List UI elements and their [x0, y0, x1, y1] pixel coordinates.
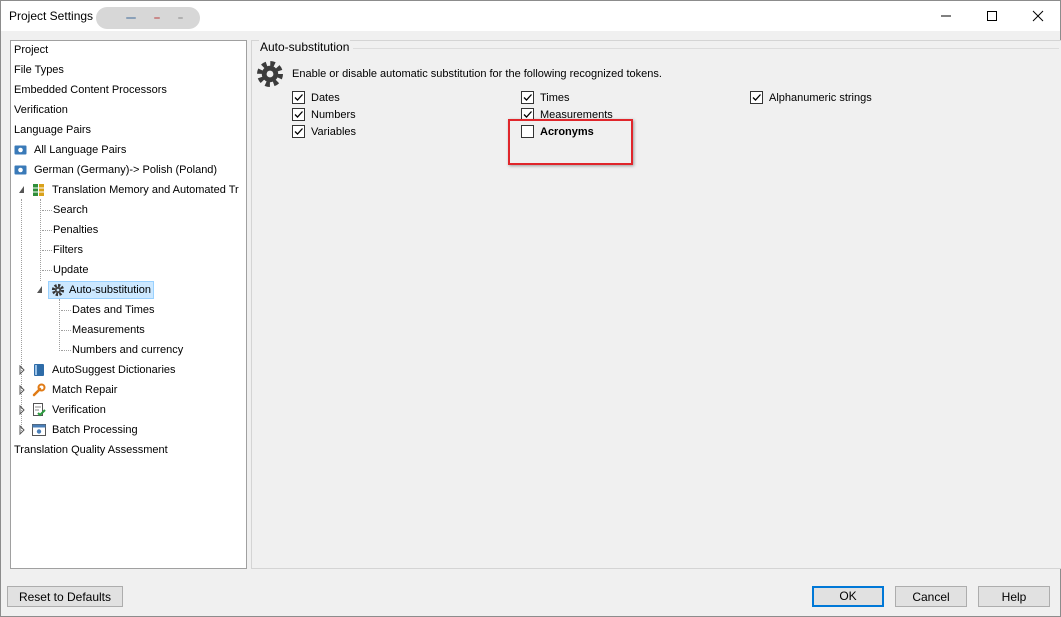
tree-item-label: Numbers and currency — [72, 344, 184, 356]
tree-item-label: Translation Quality Assessment — [14, 444, 168, 456]
cancel-button[interactable]: Cancel — [895, 586, 967, 607]
tree-line — [59, 299, 60, 351]
tree-item-label: Embedded Content Processors — [14, 84, 167, 96]
settings-tree[interactable]: Project File Types Embedded Content Proc… — [10, 40, 247, 569]
tree-item-label: Auto-substitution — [69, 284, 151, 296]
tree-item-label: Verification — [14, 104, 68, 116]
tree-item-label: All Language Pairs — [34, 144, 127, 156]
gear-icon — [257, 61, 283, 87]
redacted-project-name — [96, 7, 200, 29]
check-icon — [523, 94, 532, 101]
annotation-highlight-box — [508, 119, 633, 165]
tree-item-numbers-and-currency[interactable]: Numbers and currency — [70, 341, 185, 359]
gear-icon — [51, 283, 65, 297]
tree-item-label: Update — [53, 264, 89, 276]
maximize-button[interactable] — [969, 1, 1015, 31]
tree-item-batch-processing[interactable]: Batch Processing — [12, 421, 140, 439]
tree-line — [40, 199, 41, 281]
dictionary-icon — [34, 364, 44, 376]
tree-item-label: Verification — [52, 404, 106, 416]
checkbox-box[interactable] — [292, 125, 305, 138]
tree-item-label: Translation Memory and Automated Tr — [52, 184, 239, 196]
ok-button[interactable]: OK — [812, 586, 884, 607]
close-button[interactable] — [1015, 1, 1061, 31]
check-icon — [294, 94, 303, 101]
language-pair-icon — [14, 165, 27, 175]
minimize-button[interactable] — [923, 1, 969, 31]
tree-item-file-types[interactable]: File Types — [12, 61, 66, 79]
checkbox-box[interactable] — [292, 91, 305, 104]
reset-to-defaults-button[interactable]: Reset to Defaults — [7, 586, 123, 607]
collapse-arrow-icon[interactable] — [36, 285, 44, 295]
tree-item-label: AutoSuggest Dictionaries — [52, 364, 176, 376]
tree-item-german-polish[interactable]: German (Germany)-> Polish (Poland) — [12, 161, 219, 179]
tree-item-label: Language Pairs — [14, 124, 92, 136]
tree-item-label: Penalties — [53, 224, 99, 236]
tree-item-filters[interactable]: Filters — [51, 241, 85, 259]
wrench-icon — [32, 383, 46, 397]
checkbox-label: Alphanumeric strings — [769, 92, 872, 104]
expand-arrow-icon[interactable] — [18, 385, 26, 395]
expand-arrow-icon[interactable] — [18, 425, 26, 435]
tree-item-label: Batch Processing — [52, 424, 138, 436]
description-text: Enable or disable automatic substitution… — [292, 68, 662, 80]
tree-item-translation-quality-assessment[interactable]: Translation Quality Assessment — [12, 441, 170, 459]
tree-item-search[interactable]: Search — [51, 201, 90, 219]
group-divider — [353, 48, 1059, 49]
tree-item-verification-2[interactable]: Verification — [12, 401, 108, 419]
tree-item-auto-substitution[interactable]: Auto-substitution — [31, 281, 154, 299]
tree-item-match-repair[interactable]: Match Repair — [12, 381, 119, 399]
tree-item-language-pairs[interactable]: Language Pairs — [12, 121, 93, 139]
tree-item-label: German (Germany)-> Polish (Poland) — [34, 164, 218, 176]
translation-memory-icon — [33, 184, 44, 196]
checkbox-box[interactable] — [750, 91, 763, 104]
tree-item-label: Dates and Times — [72, 304, 155, 316]
tree-item-verification[interactable]: Verification — [12, 101, 70, 119]
project-settings-window: Project Settings Project File Types Embe — [0, 0, 1061, 617]
check-icon — [752, 94, 761, 101]
checkbox-label: Numbers — [311, 109, 356, 121]
minimize-icon — [941, 15, 951, 17]
group-title: Auto-substitution — [259, 40, 351, 54]
tree-item-penalties[interactable]: Penalties — [51, 221, 100, 239]
tree-item-label: File Types — [14, 64, 64, 76]
tree-item-measurements[interactable]: Measurements — [70, 321, 147, 339]
checkbox-box[interactable] — [292, 108, 305, 121]
settings-panel — [251, 40, 1061, 569]
tree-item-label: Search — [53, 204, 88, 216]
collapse-arrow-icon[interactable] — [18, 185, 26, 195]
tree-item-label: Measurements — [72, 324, 145, 336]
tree-item-selected-wrapper: Auto-substitution — [48, 281, 154, 299]
tree-item-all-language-pairs[interactable]: All Language Pairs — [12, 141, 128, 159]
check-icon — [294, 128, 303, 135]
check-icon — [294, 111, 303, 118]
checkbox-label: Times — [540, 92, 570, 104]
tree-item-autosuggest[interactable]: AutoSuggest Dictionaries — [12, 361, 178, 379]
checkbox-box[interactable] — [521, 91, 534, 104]
tree-item-label: Filters — [53, 244, 83, 256]
help-button[interactable]: Help — [978, 586, 1050, 607]
tree-item-translation-memory[interactable]: Translation Memory and Automated Tr — [12, 181, 241, 199]
verification-icon — [33, 403, 46, 417]
batch-icon — [32, 424, 46, 436]
language-pair-icon — [14, 145, 27, 155]
maximize-icon — [987, 11, 997, 21]
tree-item-project[interactable]: Project — [12, 41, 50, 59]
close-icon — [1032, 10, 1044, 22]
tree-item-dates-and-times[interactable]: Dates and Times — [70, 301, 157, 319]
tree-item-update[interactable]: Update — [51, 261, 90, 279]
tree-item-label: Project — [14, 44, 49, 56]
checkbox-label: Dates — [311, 92, 340, 104]
expand-arrow-icon[interactable] — [18, 405, 26, 415]
tree-item-embedded-content[interactable]: Embedded Content Processors — [12, 81, 169, 99]
tree-item-label: Match Repair — [52, 384, 118, 396]
checkbox-label: Variables — [311, 126, 357, 138]
expand-arrow-icon[interactable] — [18, 365, 26, 375]
title-bar: Project Settings — [1, 1, 1060, 31]
window-title: Project Settings — [9, 9, 94, 23]
